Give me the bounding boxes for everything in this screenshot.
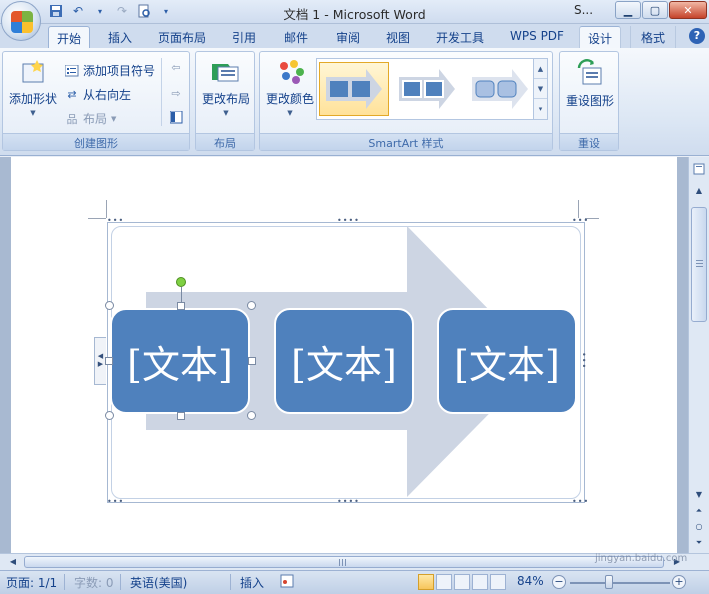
scroll-down-button[interactable]: ▼ — [691, 487, 707, 503]
status-separator — [64, 574, 65, 590]
draft-view-button[interactable] — [490, 574, 506, 590]
resize-handle-ne[interactable] — [247, 301, 256, 310]
zoom-slider-thumb[interactable] — [605, 575, 613, 589]
resize-handle-s[interactable] — [177, 412, 185, 420]
scroll-left-button[interactable]: ◀ — [6, 555, 20, 569]
status-separator — [120, 574, 121, 590]
horizontal-scroll-thumb[interactable] — [24, 556, 664, 568]
status-bar: 页面: 1/1 字数: 0 英语(美国) 插入 84% − + — [0, 570, 709, 594]
watermark-brand: Baidu经验 — [545, 532, 644, 554]
browse-object-button[interactable]: ○ — [691, 519, 707, 535]
zoom-in-button[interactable]: + — [672, 575, 686, 589]
web-layout-view-button[interactable] — [454, 574, 470, 590]
resize-handle-n[interactable] — [177, 302, 185, 310]
office-logo-icon — [11, 11, 33, 33]
status-separator — [230, 574, 231, 590]
zoom-out-button[interactable]: − — [552, 575, 566, 589]
smartart-box-1[interactable]: [文本] — [110, 308, 250, 414]
ruler-toggle-icon[interactable] — [691, 163, 707, 179]
page-count[interactable]: 页面: 1/1 — [6, 574, 57, 591]
smartart-arrow — [146, 226, 540, 497]
office-button[interactable] — [1, 1, 41, 41]
next-page-button[interactable]: ⏷ — [691, 535, 707, 551]
full-screen-reading-view-button[interactable] — [436, 574, 452, 590]
vertical-scroll-thumb[interactable] — [691, 207, 707, 322]
resize-handle-nw[interactable] — [105, 301, 114, 310]
previous-page-button[interactable]: ⏶ — [691, 503, 707, 519]
zoom-level[interactable]: 84% — [517, 574, 544, 588]
resize-handle-sw[interactable] — [105, 411, 114, 420]
smartart-box-3[interactable]: [文本] — [437, 308, 577, 414]
zoom-slider-track[interactable] — [570, 582, 670, 584]
outline-view-button[interactable] — [472, 574, 488, 590]
resize-handle-e[interactable] — [248, 357, 256, 365]
insert-mode[interactable]: 插入 — [240, 574, 264, 591]
vertical-scrollbar[interactable]: ▲ ▼ ⏶ ○ ⏷ — [688, 157, 709, 553]
language-indicator[interactable]: 英语(美国) — [130, 574, 187, 591]
word-count[interactable]: 字数: 0 — [74, 574, 114, 591]
watermark-url: jingyan.baidu.com — [595, 553, 688, 564]
rotation-handle[interactable] — [176, 277, 186, 287]
scroll-up-button[interactable]: ▲ — [691, 183, 707, 199]
resize-handle-se[interactable] — [247, 411, 256, 420]
smartart-box-2[interactable]: [文本] — [274, 308, 414, 414]
macro-record-icon[interactable] — [280, 574, 294, 591]
print-layout-view-button[interactable] — [418, 574, 434, 590]
resize-handle-w[interactable] — [105, 357, 113, 365]
